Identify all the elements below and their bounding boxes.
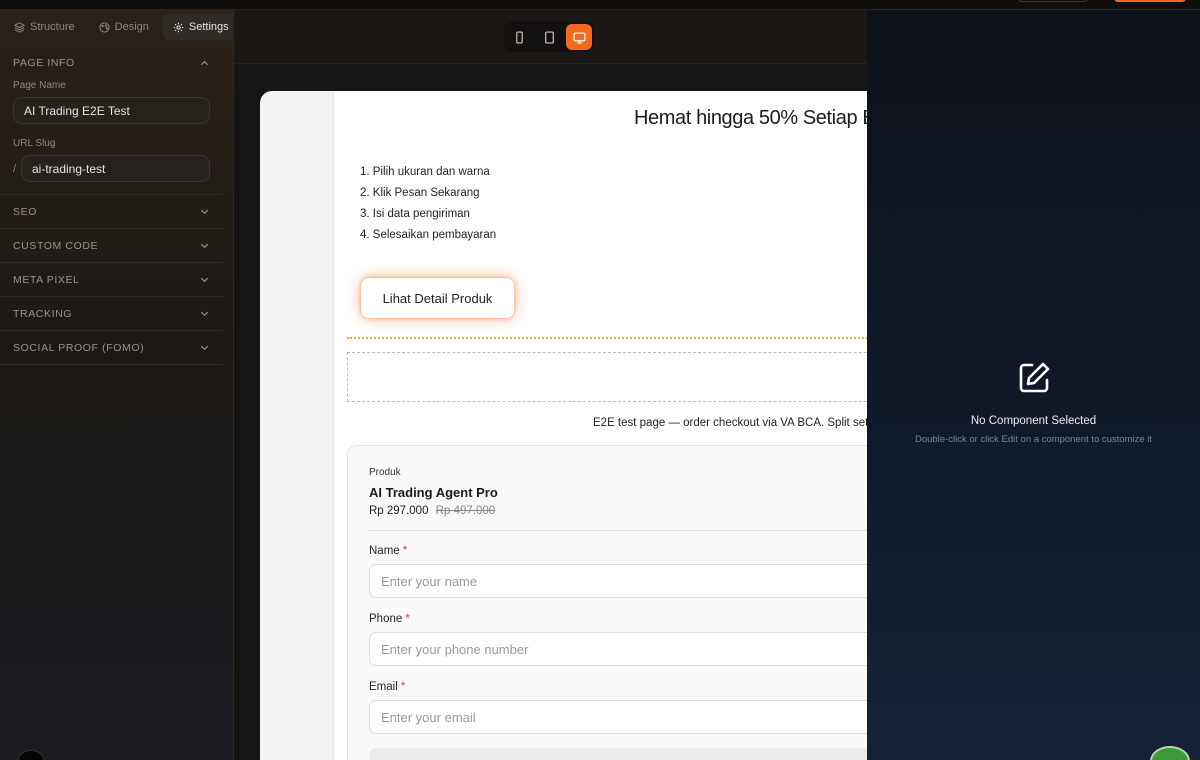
palette-icon	[99, 21, 110, 33]
current-price: Rp 297.000	[369, 505, 429, 517]
tab-structure[interactable]: Structure	[4, 14, 85, 40]
tab-settings[interactable]: Settings	[162, 14, 239, 40]
drop-indicator	[347, 337, 867, 339]
required-mark: *	[402, 545, 408, 557]
name-label: Name *	[369, 545, 407, 557]
section-seo[interactable]: SEO	[0, 195, 223, 229]
step-item: 2. Klik Pesan Sekarang	[360, 187, 480, 199]
inspector-panel: No Component Selected Double-click or cl…	[867, 10, 1200, 760]
page-note[interactable]: E2E test page — order checkout via VA BC…	[593, 417, 867, 429]
chevron-up-icon	[200, 60, 209, 65]
required-mark: *	[400, 681, 406, 693]
section-meta-pixel-label: META PIXEL	[13, 273, 80, 286]
section-social-proof[interactable]: SOCIAL PROOF (FOMO)	[0, 331, 223, 365]
chevron-down-icon	[200, 209, 209, 215]
page-info-header[interactable]: PAGE INFO	[0, 52, 223, 74]
page-info-heading: PAGE INFO	[13, 57, 75, 69]
page-headline[interactable]: Hemat hingga 50% Setiap Bul	[634, 107, 867, 130]
steps-list[interactable]: 1. Pilih ukuran dan warna 2. Klik Pesan …	[360, 162, 496, 246]
canvas-toolbar	[234, 10, 867, 64]
page-info-section: PAGE INFO Page Name AI Trading E2E Test …	[0, 52, 223, 195]
email-label: Email *	[369, 681, 405, 693]
next-field[interactable]	[369, 748, 867, 760]
device-switcher	[504, 22, 594, 52]
mobile-icon	[515, 30, 523, 44]
phone-field[interactable]: Enter your phone number	[369, 632, 867, 666]
divider	[369, 530, 867, 531]
publish-button[interactable]	[1114, 0, 1186, 2]
device-tablet-button[interactable]	[536, 24, 562, 50]
page-name-input[interactable]: AI Trading E2E Test	[13, 97, 210, 124]
chevron-down-icon	[200, 243, 209, 249]
name-field[interactable]: Enter your name	[369, 564, 867, 598]
product-label: Produk	[369, 467, 401, 478]
email-label-text: Email	[369, 681, 398, 693]
step-item: 4. Selesaikan pembayaran	[360, 229, 497, 241]
url-slug-row: / ai-trading-test	[0, 155, 223, 182]
settings-sidebar: Structure Design Settings PAGE INFO Page…	[0, 10, 239, 760]
section-meta-pixel[interactable]: META PIXEL	[0, 263, 223, 297]
device-desktop-button[interactable]	[566, 24, 592, 50]
sidebar-tabs: Structure Design Settings	[0, 10, 239, 40]
chevron-down-icon	[200, 345, 209, 351]
empty-drop-zone[interactable]	[347, 352, 867, 402]
product-name: AI Trading Agent Pro	[369, 485, 498, 500]
phone-label-text: Phone	[369, 613, 403, 625]
gear-icon	[173, 22, 184, 32]
name-label-text: Name	[369, 545, 400, 557]
settings-sections: SEO CUSTOM CODE META PIXEL TRACKING SOCI…	[0, 195, 223, 365]
tab-settings-label: Settings	[188, 21, 229, 33]
tab-structure-label: Structure	[30, 21, 75, 33]
url-slug-prefix: /	[13, 162, 17, 175]
tab-design-label: Design	[114, 21, 149, 33]
preview-button[interactable]	[1018, 0, 1088, 2]
section-tracking-label: TRACKING	[13, 307, 73, 320]
section-tracking[interactable]: TRACKING	[0, 297, 223, 331]
tab-design[interactable]: Design	[89, 14, 159, 40]
section-social-proof-label: SOCIAL PROOF (FOMO)	[13, 341, 145, 354]
layers-icon	[14, 21, 25, 33]
inspector-title: No Component Selected	[970, 415, 1097, 427]
section-custom-code[interactable]: CUSTOM CODE	[0, 229, 223, 263]
url-slug-input[interactable]: ai-trading-test	[21, 155, 210, 182]
step-item: 3. Isi data pengiriman	[360, 208, 470, 220]
email-field[interactable]: Enter your email	[369, 700, 867, 734]
cta-button[interactable]: Lihat Detail Produk	[361, 278, 514, 318]
inspector-subtitle: Double-click or click Edit on a componen…	[914, 434, 1153, 445]
edit-icon	[1019, 362, 1050, 393]
section-custom-code-label: CUSTOM CODE	[13, 239, 99, 252]
page-name-label: Page Name	[13, 80, 66, 91]
page-content: Hemat hingga 50% Setiap Bul 1. Pilih uku…	[333, 91, 867, 760]
required-mark: *	[405, 613, 410, 625]
product-price: Rp 297.000 Rp 497.000	[369, 505, 495, 517]
chevron-down-icon	[200, 277, 209, 283]
section-seo-label: SEO	[13, 205, 37, 218]
old-price: Rp 497.000	[435, 505, 496, 517]
phone-label: Phone *	[369, 613, 410, 625]
url-slug-label: URL Slug	[13, 138, 56, 149]
page-preview: Hemat hingga 50% Setiap Bul 1. Pilih uku…	[260, 91, 867, 760]
device-mobile-button[interactable]	[506, 24, 532, 50]
chevron-down-icon	[200, 311, 209, 317]
step-item: 1. Pilih ukuran dan warna	[360, 166, 490, 178]
desktop-icon	[572, 32, 586, 44]
tablet-icon	[544, 30, 554, 44]
top-bar	[0, 0, 1200, 10]
checkout-form[interactable]: Produk AI Trading Agent Pro Rp 297.000 R…	[347, 445, 867, 760]
